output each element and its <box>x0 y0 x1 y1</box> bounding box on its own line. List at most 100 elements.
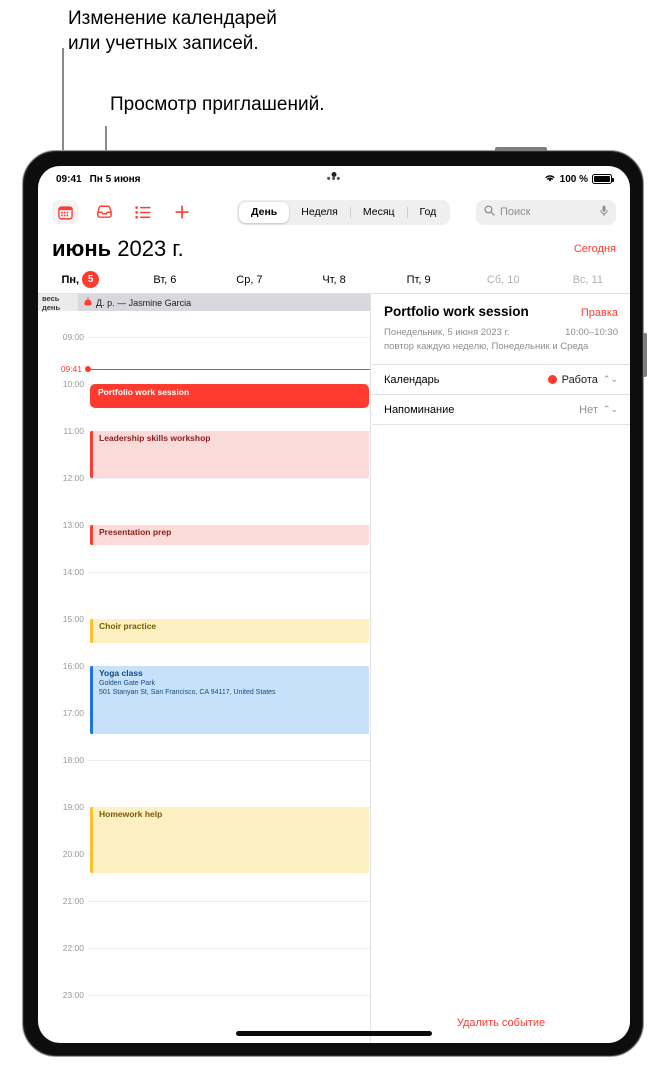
month-year: 2023 г. <box>111 236 184 261</box>
tab-month[interactable]: Месяц <box>351 202 407 223</box>
hour-gridline <box>88 478 370 479</box>
event-detail-title: Portfolio work session <box>384 304 529 319</box>
status-date: Пн 5 июня <box>89 173 141 185</box>
detail-list-end-divider <box>372 424 630 425</box>
day-cell-thursday[interactable]: Чт, 8 <box>292 274 377 286</box>
detail-value-alert: Нет ⌃⌄ <box>579 404 618 416</box>
hour-label: 16:00 <box>62 661 84 671</box>
hour-gridline <box>88 572 370 573</box>
device-screen: 09:41 Пн 5 июня ••• 100 % День Неделя Ме… <box>38 166 630 1043</box>
search-placeholder: Поиск <box>500 206 531 218</box>
hour-label: 23:00 <box>62 990 84 1000</box>
event-detail-header: Portfolio work session Правка <box>372 294 630 319</box>
hour-label: 12:00 <box>62 473 84 483</box>
hour-label: 15:00 <box>62 614 84 624</box>
event-title: Yoga class <box>99 668 143 678</box>
detail-label-calendar: Календарь <box>384 373 440 386</box>
calendar-color-dot <box>547 375 557 384</box>
event-repeat: повтор каждую неделю, Понедельник и Сред… <box>384 341 589 352</box>
detail-row-calendar[interactable]: Календарь Работа ⌃⌄ <box>372 364 630 394</box>
detail-row-alert[interactable]: Напоминание Нет ⌃⌄ <box>372 394 630 424</box>
day-cell-monday[interactable]: Пн, 5 <box>38 271 123 288</box>
event-repeat-line: повтор каждую неделю, Понедельник и Сред… <box>384 340 618 354</box>
hour-grid[interactable]: 08:00 09:00 10:00 11:00 12:00 13:00 14:00 15:00… <box>38 294 370 1043</box>
home-indicator[interactable] <box>236 1031 432 1036</box>
selected-day-badge: 5 <box>82 271 100 288</box>
hour-gridline <box>88 948 370 949</box>
app-toolbar: День Неделя Месяц Год Поиск <box>38 192 630 232</box>
hour-label: 08:00 <box>38 294 84 295</box>
hour-label: 21:00 <box>62 896 84 906</box>
event-detail-pane: Portfolio work session Правка Понедельни… <box>372 294 630 1043</box>
hour-label: 10:00 <box>62 379 84 389</box>
hour-label: 17:00 <box>62 708 84 718</box>
day-cell-wednesday[interactable]: Ср, 7 <box>207 274 292 286</box>
day-cell-friday[interactable]: Пт, 9 <box>376 274 461 286</box>
calendar-event[interactable]: Leadership skills workshop <box>90 431 369 478</box>
calendar-event[interactable]: Presentation prep <box>90 525 369 545</box>
hour-label: 14:00 <box>62 567 84 577</box>
hour-label: 09:00 <box>62 332 84 342</box>
day-cell-saturday[interactable]: Сб, 10 <box>461 274 546 286</box>
more-dots-icon: ••• <box>326 173 342 185</box>
chevron-updown-icon[interactable]: ⌃⌄ <box>603 404 618 415</box>
calendar-event[interactable]: Portfolio work session <box>90 384 369 408</box>
hour-label: 20:00 <box>62 849 84 859</box>
calendar-name: Работа <box>561 373 598 386</box>
today-button[interactable]: Сегодня <box>574 243 616 255</box>
chevron-updown-icon[interactable]: ⌃⌄ <box>603 374 618 385</box>
event-date-time-line: Понедельник, 5 июня 2023 г. 10:00–10:30 <box>384 326 618 340</box>
calendar-event[interactable]: Homework help <box>90 807 369 873</box>
callout-view-invitations: Просмотр приглашений. <box>110 94 325 115</box>
event-subtitle: Golden Gate Park <box>99 680 156 687</box>
all-day-event-title: Д. р. — Jasmine Garcia <box>96 297 192 308</box>
event-title: Leadership skills workshop <box>99 433 211 443</box>
tab-day[interactable]: День <box>239 201 290 223</box>
day-cell-sunday[interactable]: Вс, 11 <box>545 274 630 286</box>
header-title-row: июнь 2023 г. Сегодня <box>38 232 630 266</box>
event-detail-meta: Понедельник, 5 июня 2023 г. 10:00–10:30 … <box>372 319 630 364</box>
search-input[interactable]: Поиск <box>476 199 616 225</box>
view-segmented-control[interactable]: День Неделя Месяц Год <box>237 199 451 225</box>
ipad-device-frame: 09:41 Пн 5 июня ••• 100 % День Неделя Ме… <box>22 147 647 1057</box>
detail-value-calendar: Работа ⌃⌄ <box>547 373 618 386</box>
calendar-event[interactable]: Yoga class Golden Gate Park 501 Stanyan St… <box>90 666 369 735</box>
status-time: 09:41 <box>56 173 82 185</box>
current-time-label: 09:41 <box>60 364 82 375</box>
delete-event-button[interactable]: Удалить событие <box>372 1017 630 1029</box>
birthday-cake-icon <box>84 297 92 308</box>
tab-year[interactable]: Год <box>408 202 449 223</box>
page-title: июнь 2023 г. <box>52 236 184 262</box>
hour-gridline <box>88 760 370 761</box>
detail-label-alert: Напоминание <box>384 403 455 416</box>
hour-label: 22:00 <box>62 943 84 953</box>
calendar-event[interactable]: Choir practice <box>90 619 369 643</box>
hour-gridline <box>88 995 370 996</box>
event-title: Portfolio work session <box>98 387 190 397</box>
edit-button[interactable]: Правка <box>581 307 618 319</box>
event-time: 10:00–10:30 <box>565 327 618 338</box>
battery-icon <box>592 174 614 184</box>
wifi-icon <box>544 173 556 186</box>
event-title: Homework help <box>99 809 163 819</box>
add-icon[interactable] <box>169 200 195 224</box>
all-day-label: весь день <box>42 294 61 312</box>
hour-label: 18:00 <box>62 755 84 765</box>
month-name: июнь <box>52 236 112 261</box>
battery-percent: 100 % <box>559 173 588 185</box>
hour-label: 13:00 <box>62 520 84 530</box>
microphone-icon[interactable] <box>600 205 608 220</box>
day-cell-tuesday[interactable]: Вт, 6 <box>123 274 208 286</box>
day-strip: Пн, 5 Вт, 6 Ср, 7 Чт, 8 Пт, 9 Сб, 10 Вс,… <box>38 266 630 294</box>
callout-change-calendars: Изменение календарей или учетных записей… <box>68 8 277 54</box>
search-icon <box>484 205 495 219</box>
calendars-icon[interactable] <box>52 200 78 224</box>
all-day-event[interactable]: Д. р. — Jasmine Garcia <box>78 294 370 311</box>
event-title: Presentation prep <box>99 527 172 537</box>
hour-label: 11:00 <box>63 426 84 436</box>
event-subtitle: 501 Stanyan St, San Francisco, CA 94117,… <box>99 689 276 696</box>
hour-gridline <box>88 901 370 902</box>
inbox-icon[interactable] <box>91 200 117 224</box>
list-icon[interactable] <box>130 200 156 224</box>
tab-week[interactable]: Неделя <box>289 202 350 223</box>
